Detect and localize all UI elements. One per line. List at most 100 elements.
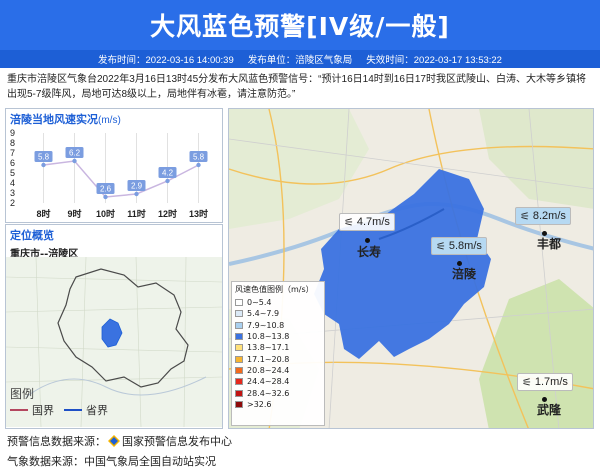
y-tick-label: 7: [10, 148, 15, 158]
legend-swatch: [235, 400, 243, 408]
legend-swatch: [235, 389, 243, 397]
wind-icon: ⚟: [522, 376, 532, 389]
map-legend-row: 20.8~24.4: [235, 365, 321, 376]
data-label: 5.8: [38, 153, 50, 162]
warning-source-label: 预警信息数据来源：: [7, 436, 106, 448]
station-fengdu-name: 丰都: [537, 237, 562, 251]
legend-label: 7.9~10.8: [247, 320, 285, 330]
national-border-icon: [10, 409, 28, 411]
legend-swatch: [235, 344, 243, 352]
wind-map-panel: 风速色值图例（m/s） 0~5.4 5.4~7.9 7.9~10.8 10.8~13.…: [228, 108, 594, 429]
wind-panel-title-text: 涪陵当地风速实况: [10, 114, 98, 126]
x-tick-label: 13时: [189, 208, 208, 219]
map-legend-row: 7.9~10.8: [235, 320, 321, 331]
legend-label: 17.1~20.8: [247, 354, 290, 364]
wind-speed-chart: 98765432 5.8 8时 6.2 9时 2.6 10时 2.9 11时 4.2 12时 5.8 1…: [10, 128, 208, 219]
y-tick-label: 9: [10, 128, 15, 138]
legend-label: 0~5.4: [247, 298, 272, 308]
wind-icon: ⚟: [344, 216, 354, 229]
mini-legend-items: 国界 省界: [10, 402, 120, 418]
y-tick-label: 4: [10, 178, 15, 188]
wind-icon: ⚟: [520, 210, 530, 223]
mini-legend-provincial-border: 省界: [86, 404, 108, 417]
station-fengdu-speed[interactable]: ⚟ 8.2m/s: [515, 207, 571, 225]
wind-icon: ⚟: [436, 240, 446, 253]
wind-speed-panel: 涪陵当地风速实况(m/s) 9 8 7 6 5 4 3 2 5.8 8时 6.2 9时 2.6 10时 2.…: [5, 108, 223, 223]
location-panel-title: 定位概览: [10, 230, 54, 242]
legend-swatch: [235, 378, 243, 386]
y-tick-label: 2: [10, 198, 15, 208]
weather-source-line: 气象数据来源：中国气象局全国自动站实况: [7, 456, 216, 468]
station-changshou-speed[interactable]: ⚟ 4.7m/s: [339, 213, 395, 231]
station-fuling-speed[interactable]: ⚟ 5.8m/s: [431, 237, 487, 255]
warning-source-line: 预警信息数据来源： 国家预警信息发布中心: [7, 433, 232, 449]
warning-source-org[interactable]: 国家预警信息发布中心: [122, 436, 232, 448]
data-point: [165, 178, 170, 184]
station-wulong-speed[interactable]: ⚟ 1.7m/s: [517, 373, 573, 391]
map-legend-rows: 0~5.4 5.4~7.9 7.9~10.8 10.8~13.8 13.8~17.1 17…: [235, 297, 321, 410]
data-point: [103, 194, 108, 200]
warning-description: 重庆市涪陵区气象台2022年3月16日13时45分发布大风蓝色预警信号：“预计1…: [7, 74, 586, 100]
station-speed-text: 8.2m/s: [532, 210, 566, 222]
x-tick-label: 10时: [96, 208, 115, 219]
map-legend-row: 17.1~20.8: [235, 353, 321, 364]
mini-legend-national-border: 国界: [32, 404, 54, 417]
data-label: 5.8: [193, 153, 205, 162]
legend-label: 10.8~13.8: [247, 332, 290, 342]
legend-swatch: [235, 366, 243, 374]
map-legend-row: >32.6: [235, 399, 321, 410]
mini-legend-title: 图例: [10, 387, 35, 401]
data-point: [196, 162, 201, 168]
legend-label: 24.4~28.4: [247, 377, 290, 387]
wind-panel-title: 涪陵当地风速实况(m/s): [6, 109, 222, 129]
legend-swatch: [235, 310, 243, 318]
data-label: 4.2: [162, 169, 174, 178]
map-legend: 风速色值图例（m/s） 0~5.4 5.4~7.9 7.9~10.8 10.8~13.…: [231, 281, 325, 426]
station-changshou-name: 长寿: [357, 245, 382, 259]
station-speed-text: 5.8m/s: [448, 240, 482, 252]
station-wulong-name: 武隆: [537, 403, 562, 417]
map-legend-row: 13.8~17.1: [235, 342, 321, 353]
x-tick-label: 9时: [67, 208, 81, 219]
legend-swatch: [235, 321, 243, 329]
publisher: 发布单位：涪陵区气象局: [247, 55, 353, 66]
station-speed-text: 1.7m/s: [534, 376, 568, 388]
map-legend-row: 0~5.4: [235, 297, 321, 308]
legend-label: 13.8~17.1: [247, 343, 290, 353]
publish-time: 发布时间：2022-03-16 14:00:39: [98, 55, 234, 66]
y-tick-label: 3: [10, 188, 15, 198]
data-label: 2.9: [131, 182, 143, 191]
data-label: 6.2: [69, 149, 81, 158]
y-tick-label: 5: [10, 168, 15, 178]
legend-label: >32.6: [247, 399, 272, 409]
data-point: [134, 191, 139, 197]
provincial-border-icon: [64, 409, 82, 411]
x-tick-label: 11时: [127, 208, 146, 219]
x-tick-label: 12时: [158, 208, 177, 219]
legend-swatch: [235, 299, 243, 307]
warning-header: 大风蓝色预警[IV级/一般]: [0, 0, 600, 50]
legend-label: 5.4~7.9: [247, 309, 280, 319]
warning-meta-bar: 发布时间：2022-03-16 14:00:39 发布单位：涪陵区气象局 失效时…: [0, 50, 600, 68]
map-legend-row: 28.4~32.6: [235, 387, 321, 398]
map-legend-row: 5.4~7.9: [235, 308, 321, 319]
legend-swatch: [235, 355, 243, 363]
overview-map-legend: 图例 国界 省界: [10, 385, 120, 418]
map-legend-row: 24.4~28.4: [235, 376, 321, 387]
station-fuling-name: 涪陵: [452, 267, 477, 281]
map-legend-row: 10.8~13.8: [235, 331, 321, 342]
y-tick-label: 8: [10, 138, 15, 148]
data-label: 2.6: [100, 185, 112, 194]
station-speed-text: 4.7m/s: [356, 216, 390, 228]
x-tick-label: 8时: [36, 208, 50, 219]
location-panel: 定位概览 重庆市--涪陵区 图例 国界 省界: [5, 224, 223, 429]
map-legend-title: 风速色值图例（m/s）: [235, 285, 314, 294]
legend-swatch: [235, 333, 243, 341]
warning-title: 大风蓝色预警[IV级/一般]: [150, 12, 450, 41]
data-point: [72, 158, 77, 164]
expire-time: 失效时间：2022-03-17 13:53:22: [366, 55, 502, 66]
legend-label: 20.8~24.4: [247, 365, 290, 375]
warning-center-logo-icon: [108, 435, 120, 447]
wind-speed-series-line: [43, 160, 199, 198]
data-point: [41, 162, 46, 168]
